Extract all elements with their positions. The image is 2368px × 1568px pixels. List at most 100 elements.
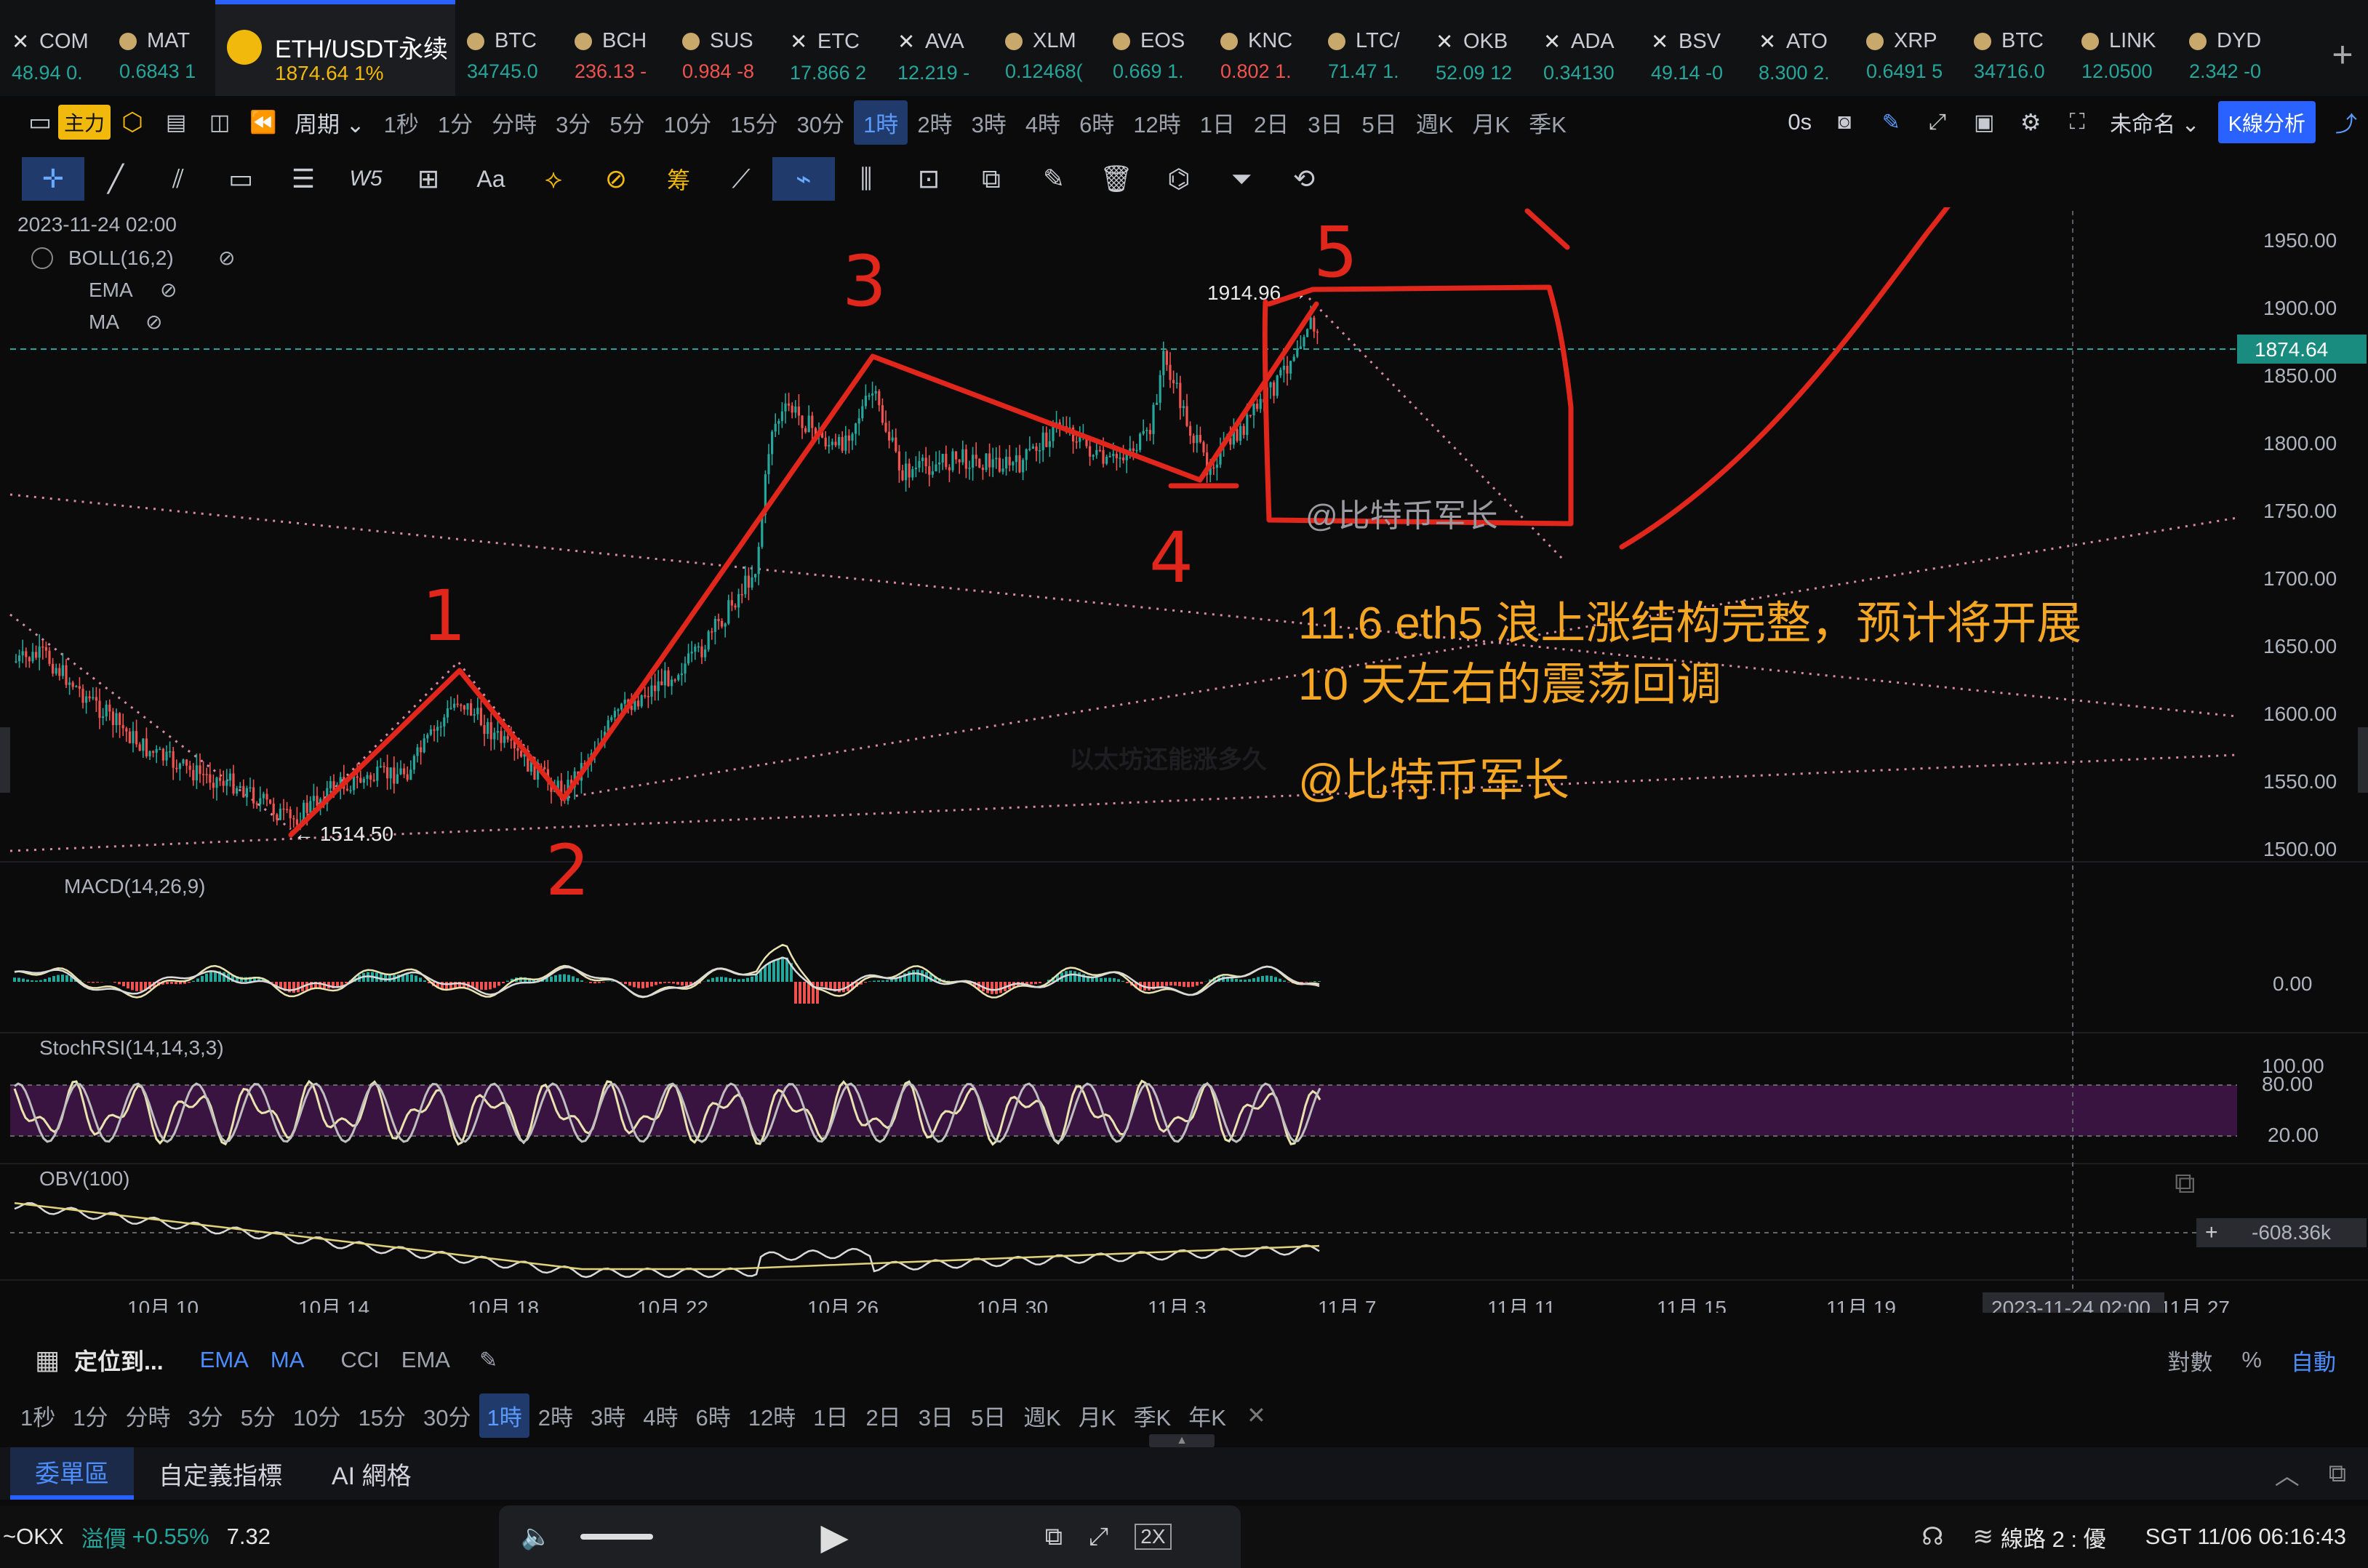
horizontal-lines-icon[interactable]: ☰ [272, 157, 335, 201]
ticker-item[interactable]: LTC/71.47 1. [1316, 0, 1424, 96]
text-icon[interactable]: Aa [460, 157, 522, 201]
interval-4[interactable]: 5分 [600, 106, 654, 139]
pattern-icon[interactable]: ⊘ [585, 157, 647, 201]
playback-speed[interactable]: 2X [1135, 1524, 1172, 1550]
interval-15[interactable]: 2日 [1244, 106, 1298, 139]
plus-icon[interactable]: + [2205, 1220, 2218, 1244]
ruler-icon[interactable]: ⟋ [710, 157, 772, 201]
layout-icon[interactable]: ◫ [198, 100, 241, 144]
period-dropdown[interactable]: 周期 ⌄ [285, 106, 375, 139]
price-chart[interactable]: 2023-11-24 02:00 BOLL(16,2) EMA MA ⊘ ⊘ ⊘… [0, 207, 2368, 1313]
share-icon[interactable]: ⤴ [2324, 100, 2368, 144]
tab-ai-grid[interactable]: AI 網格 [307, 1447, 436, 1500]
link-icon[interactable]: ⌬ [1148, 157, 1210, 201]
trash-icon[interactable]: 🗑 [1085, 157, 1148, 201]
tab-custom-indicators[interactable]: 自定義指標 [134, 1447, 307, 1500]
interval-0[interactable]: 1秒 [12, 1399, 64, 1432]
interval-18[interactable]: 週K [1015, 1399, 1070, 1432]
interval-2[interactable]: 分時 [482, 106, 546, 139]
interval-5[interactable]: 10分 [284, 1399, 349, 1432]
cci-link[interactable]: CCI [340, 1347, 379, 1373]
interval-18[interactable]: 週K [1407, 106, 1463, 139]
volume-icon[interactable]: 🔈 [521, 1522, 551, 1551]
tab-orders[interactable]: 委單區 [10, 1447, 134, 1500]
line-status[interactable]: 線路 2 : 優 [2001, 1521, 2106, 1553]
expand-icon[interactable]: ⤢ [1914, 100, 1961, 144]
interval-14[interactable]: 1日 [1191, 106, 1244, 139]
interval-19[interactable]: 月K [1070, 1399, 1125, 1432]
eye-off-icon[interactable]: ⊘ [218, 247, 235, 269]
ticker-item[interactable]: MAT 0.6843 1 [108, 0, 215, 96]
interval-10[interactable]: 3時 [582, 1399, 634, 1432]
interval-9[interactable]: 2時 [908, 106, 961, 139]
ticker-item[interactable]: ✕ ADA 0.34130 [1532, 0, 1639, 96]
ticker-item[interactable]: BTC 34745.0 [455, 0, 563, 96]
interval-4[interactable]: 5分 [232, 1399, 284, 1432]
ticker-item[interactable]: ✕ COM 48.94 0. [0, 0, 108, 96]
interval-13[interactable]: 12時 [740, 1399, 804, 1432]
ticker-item[interactable]: ✕ ATO 8.300 2. [1747, 0, 1855, 96]
interval-2[interactable]: 分時 [117, 1399, 180, 1432]
interval-16[interactable]: 3日 [1298, 106, 1352, 139]
ticker-item-active[interactable]: ETH/USDT永续 1874.64 1% [215, 0, 455, 96]
calendar-icon[interactable]: ▤ [154, 100, 198, 144]
interval-9[interactable]: 2時 [529, 1399, 582, 1432]
camera-icon[interactable]: ◙ [1821, 100, 1868, 144]
interval-20[interactable]: 季K [1519, 106, 1576, 139]
interval-20[interactable]: 季K [1125, 1399, 1180, 1432]
volume-slider[interactable] [580, 1534, 654, 1540]
percent-scale-toggle[interactable]: % [2241, 1347, 2262, 1373]
parallel-channel-icon[interactable]: ⫽ [147, 157, 209, 201]
popout-icon[interactable]: ⧉ [2329, 1460, 2346, 1488]
ticker-item[interactable]: EOS 0.669 1. [1101, 0, 1209, 96]
maximize-panel-icon[interactable]: ⧉ [2175, 1167, 2196, 1199]
interval-6[interactable]: 15分 [349, 1399, 414, 1432]
ema-link-2[interactable]: EMA [401, 1347, 450, 1373]
chevron-up-icon[interactable]: ︿ [2275, 1456, 2300, 1492]
ticker-item[interactable]: ✕ AVA 12.219 - [886, 0, 993, 96]
rewind-icon[interactable]: ⏪ [241, 100, 285, 144]
ticker-item[interactable]: ✕ OKB 52.09 12 [1424, 0, 1532, 96]
fullscreen-icon[interactable]: ⤢ [1089, 1523, 1108, 1551]
interval-12[interactable]: 6時 [1070, 106, 1124, 139]
interval-7[interactable]: 30分 [415, 1399, 479, 1432]
pip-icon[interactable]: ⧉ [1045, 1523, 1063, 1551]
interval-17[interactable]: 5日 [1353, 106, 1407, 139]
k-analysis-button[interactable]: K線分析 [2217, 101, 2316, 143]
wave-icon[interactable]: W5 [335, 157, 397, 201]
close-icon[interactable]: ✕ [1247, 1401, 1266, 1429]
interval-3[interactable]: 3分 [546, 106, 600, 139]
interval-6[interactable]: 15分 [721, 106, 787, 139]
crosshair-icon[interactable]: ✛ [22, 157, 84, 201]
interval-7[interactable]: 30分 [788, 106, 854, 139]
settings-gear-icon[interactable]: ⚙ [2007, 100, 2054, 144]
ticker-item[interactable]: ✕ ETC 17.866 2 [778, 0, 886, 96]
fullscreen-icon[interactable]: ⛶ [2054, 100, 2100, 144]
layout-name-dropdown[interactable]: 未命名 ⌄ [2100, 106, 2209, 138]
lock-icon[interactable]: ⊡ [897, 157, 960, 201]
play-icon[interactable]: ▶ [820, 1516, 848, 1558]
ticker-item[interactable]: LINK 12.0500 [2070, 0, 2177, 96]
favorite-icon[interactable]: ⬡ [111, 100, 154, 144]
calendar-icon[interactable]: ▦ [35, 1345, 60, 1375]
interval-3[interactable]: 3分 [180, 1399, 232, 1432]
edit-icon[interactable]: ✎ [1023, 157, 1085, 201]
ema-link[interactable]: EMA [200, 1347, 249, 1373]
add-symbol-button[interactable]: + [2317, 33, 2368, 76]
interval-21[interactable]: 年K [1180, 1399, 1235, 1432]
ticker-item[interactable]: DYD 2.342 -0 [2177, 0, 2285, 96]
resize-handle[interactable]: ▲ [1149, 1434, 1215, 1447]
screen-icon[interactable]: ▣ [1961, 100, 2007, 144]
main-indicator-toggle[interactable]: 主力 [58, 105, 111, 140]
pencil-icon[interactable]: ✎ [1868, 100, 1914, 144]
eye-off-icon[interactable]: ⊘ [145, 311, 162, 333]
ticker-item[interactable]: SUS 0.984 -8 [671, 0, 778, 96]
copy-icon[interactable]: ⧉ [960, 157, 1023, 201]
interval-16[interactable]: 3日 [910, 1399, 962, 1432]
interval-19[interactable]: 月K [1463, 106, 1519, 139]
interval-14[interactable]: 1日 [804, 1399, 857, 1432]
headset-icon[interactable]: ☊ [1921, 1522, 1943, 1551]
interval-11[interactable]: 4時 [1016, 106, 1070, 139]
left-collapse-handle[interactable] [0, 727, 10, 793]
interval-1[interactable]: 1分 [64, 1399, 116, 1432]
